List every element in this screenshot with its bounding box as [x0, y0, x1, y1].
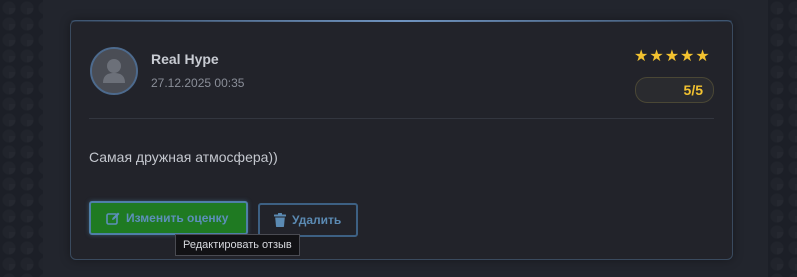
star-icon: ★ [634, 48, 649, 65]
star-icon: ★ [649, 48, 664, 65]
star-icon: ★ [664, 48, 680, 65]
star-rating: ★ ★ ★ ★ ★ [634, 48, 710, 66]
rating-value: 5/5 [683, 82, 703, 98]
star-icon: ★ [695, 48, 710, 65]
edit-tooltip: Редактировать отзыв [175, 234, 300, 256]
review-text: Самая дружная атмосфера)) [89, 149, 278, 165]
avatar [90, 47, 138, 95]
page-background-right [768, 0, 797, 277]
card-top-accent [71, 20, 732, 22]
review-card: Real Hype 27.12.2025 00:35 ★ ★ ★ ★ ★ 5/5… [70, 20, 733, 260]
delete-label: Удалить [292, 213, 342, 227]
delete-button[interactable]: Удалить [258, 203, 358, 237]
page-background-left [0, 0, 43, 277]
trash-icon [274, 213, 286, 227]
reviewer-name: Real Hype [151, 51, 219, 67]
star-icon: ★ [680, 48, 695, 65]
edit-rating-label: Изменить оценку [126, 211, 229, 225]
user-silhouette-icon [92, 49, 136, 93]
rating-badge: 5/5 [635, 77, 714, 103]
divider [89, 118, 714, 119]
review-date: 27.12.2025 00:35 [151, 76, 245, 90]
edit-rating-button[interactable]: Изменить оценку [89, 201, 248, 235]
edit-icon [106, 212, 120, 225]
